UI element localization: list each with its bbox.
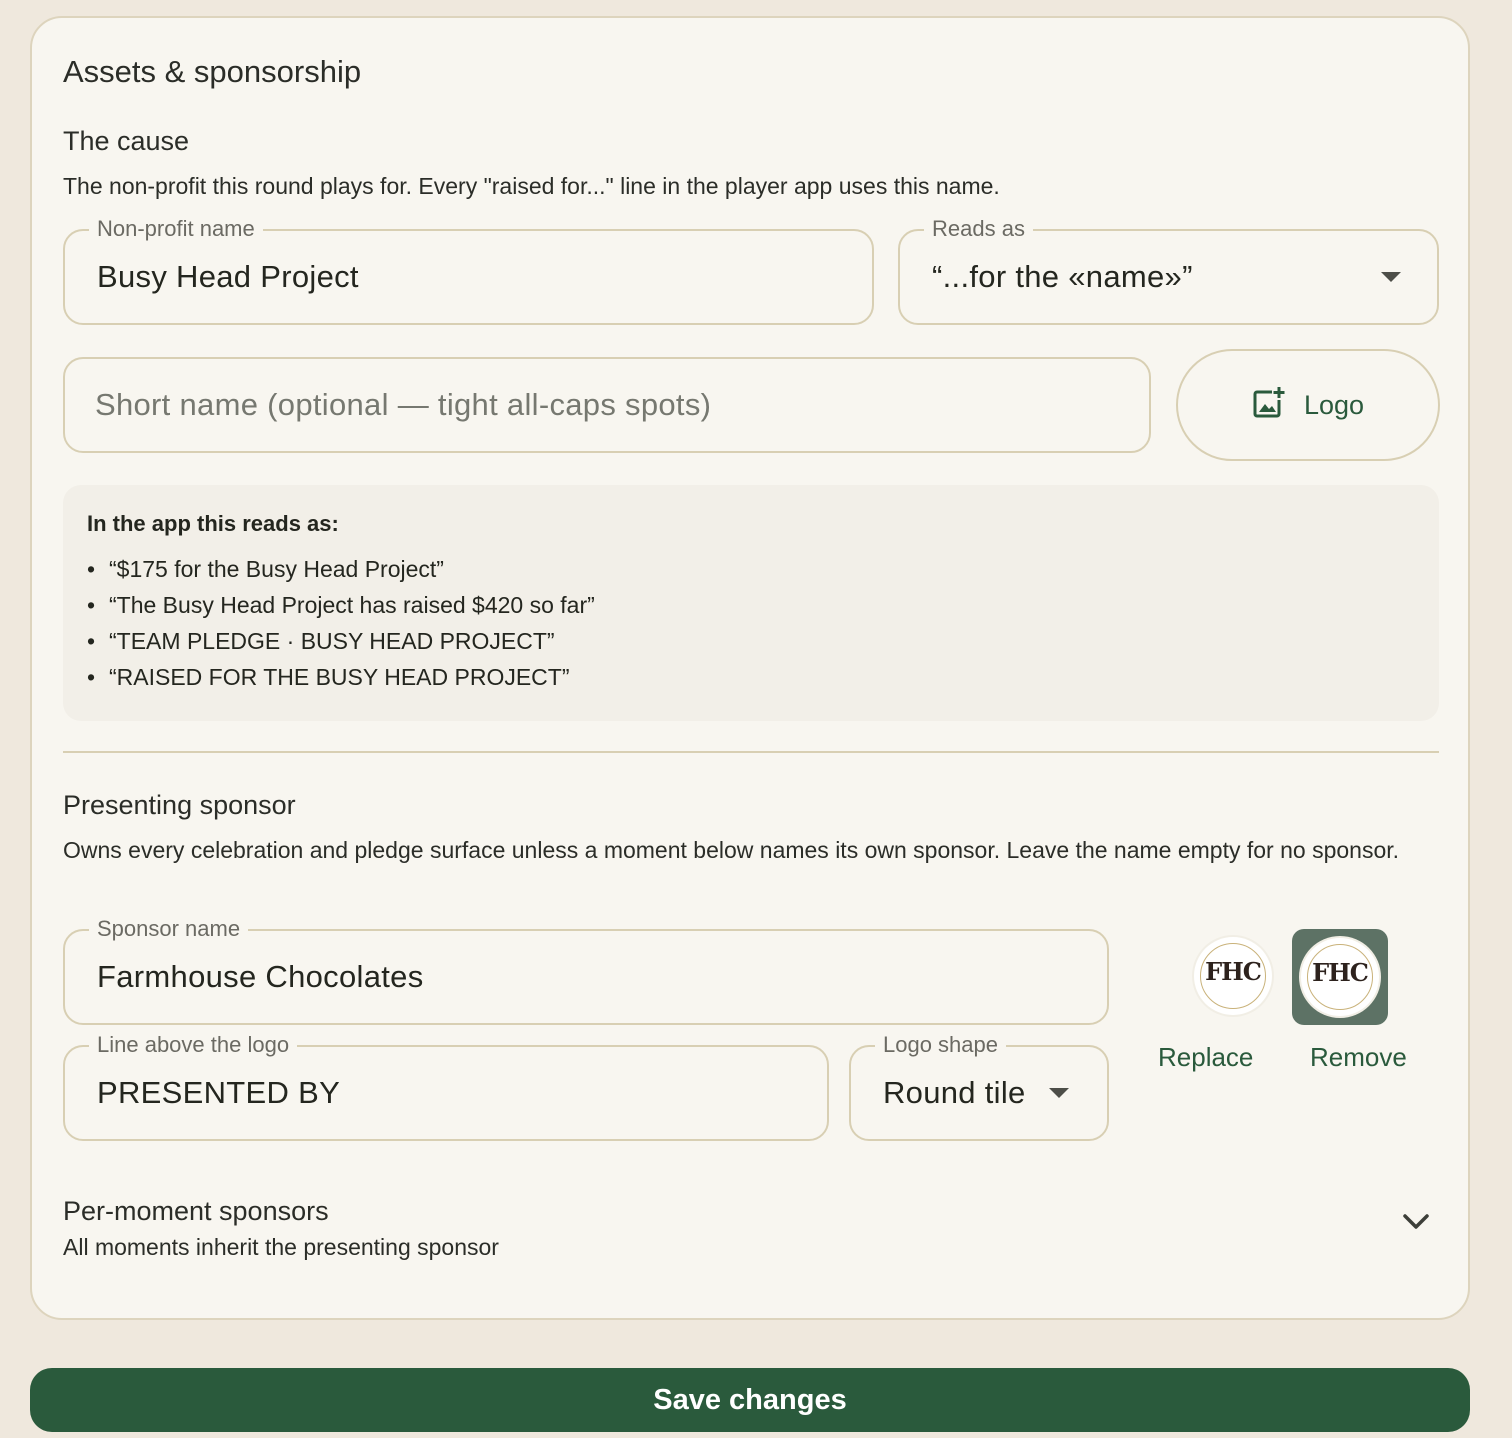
save-changes-label: Save changes: [653, 1383, 847, 1416]
sponsor-description: Owns every celebration and pledge surfac…: [63, 837, 1400, 863]
line-above-logo-value[interactable]: PRESENTED BY: [97, 1075, 340, 1111]
sponsor-name-value[interactable]: Farmhouse Chocolates: [97, 959, 424, 995]
card-title: Assets & sponsorship: [63, 54, 362, 89]
sponsor-logo: FHC: [1301, 938, 1379, 1016]
sponsor-name-field[interactable]: Sponsor name Farmhouse Chocolates: [63, 915, 1109, 1025]
logo-shape-value: Round tile: [883, 1075, 1026, 1110]
sponsor-logo-preview: FHC: [1184, 929, 1280, 1025]
caret-down-icon: [1381, 272, 1401, 282]
per-moment-subtitle: All moments inherit the presenting spons…: [63, 1234, 499, 1260]
caret-down-icon: [1049, 1088, 1069, 1098]
cause-description: The non-profit this round plays for. Eve…: [63, 173, 1000, 199]
logo-shape-label: Logo shape: [875, 1031, 1006, 1059]
sponsor-section-title: Presenting sponsor: [63, 790, 296, 820]
logo-button-label: Logo: [1303, 389, 1365, 420]
logo-shape-select[interactable]: Logo shape Round tile: [849, 1031, 1109, 1141]
list-item: • “$175 for the Busy Head Project”: [87, 556, 444, 582]
remove-logo-link[interactable]: Remove: [1310, 1042, 1407, 1073]
cause-section-title: The cause: [63, 126, 190, 156]
reads-as-value: “...for the «name»”: [932, 259, 1193, 294]
line-above-logo-label: Line above the logo: [89, 1031, 298, 1059]
assets-sponsorship-card: Assets & sponsorship The cause The non-p…: [30, 16, 1470, 1320]
line-above-logo-field[interactable]: Line above the logo PRESENTED BY: [63, 1031, 829, 1141]
sponsor-logo-round-tile-preview: FHC: [1292, 929, 1388, 1025]
short-name-field[interactable]: [63, 357, 1151, 453]
nonprofit-name-field[interactable]: Non-profit name Busy Head Project: [63, 215, 874, 325]
cause-logo-button[interactable]: Logo: [1176, 349, 1440, 461]
reads-as-preview: In the app this reads as: • “$175 for the…: [63, 485, 1439, 721]
preview-list: • “$175 for the Busy Head Project” • “The …: [87, 551, 595, 695]
add-photo-icon: [1252, 386, 1286, 425]
sponsor-name-label: Sponsor name: [89, 915, 249, 943]
nonprofit-name-label: Non-profit name: [89, 215, 263, 243]
sponsor-logo: FHC: [1194, 937, 1272, 1015]
chevron-down-icon[interactable]: [1402, 1212, 1430, 1232]
list-item: • “TEAM PLEDGE · BUSY HEAD PROJECT”: [87, 628, 555, 654]
reads-as-select[interactable]: Reads as “...for the «name»”: [898, 215, 1439, 325]
save-changes-button[interactable]: Save changes: [30, 1368, 1470, 1432]
reads-as-label: Reads as: [924, 215, 1033, 243]
nonprofit-name-value[interactable]: Busy Head Project: [97, 259, 359, 295]
list-item: • “The Busy Head Project has raised $420 …: [87, 592, 595, 618]
list-item: • “RAISED FOR THE BUSY HEAD PROJECT”: [87, 664, 570, 690]
replace-logo-link[interactable]: Replace: [1158, 1042, 1253, 1073]
preview-heading: In the app this reads as:: [87, 511, 339, 536]
short-name-input[interactable]: [95, 359, 1119, 451]
per-moment-title[interactable]: Per-moment sponsors: [63, 1196, 329, 1227]
section-divider: [63, 751, 1439, 753]
